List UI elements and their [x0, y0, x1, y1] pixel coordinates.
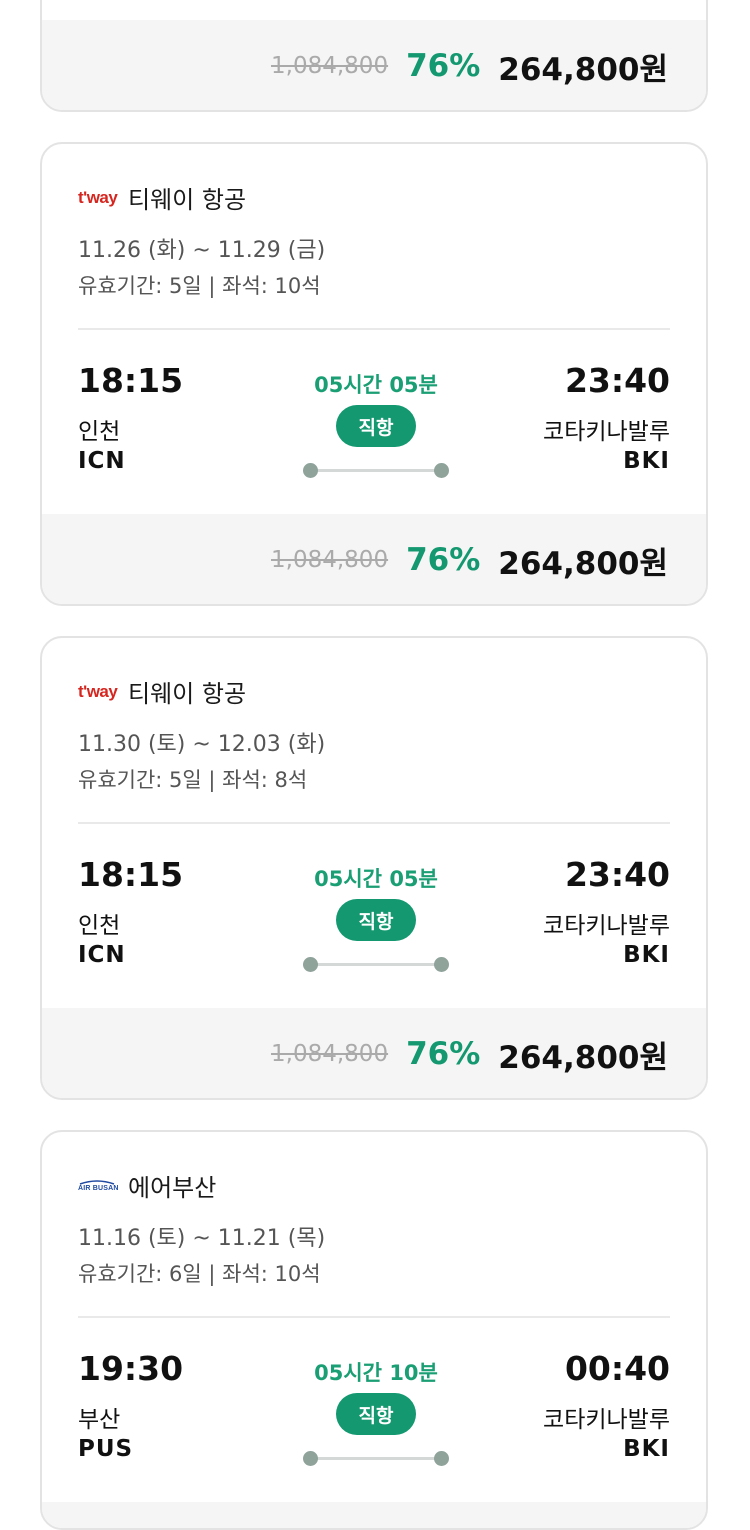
discount-rate: 76% [406, 1036, 481, 1072]
airline-name: 티웨이 항공 [128, 186, 247, 214]
route-line [303, 1451, 449, 1466]
departure-time: 19:30 [78, 1349, 184, 1388]
travel-dates: 11.30 (토) ~ 12.03 (화) [78, 732, 326, 757]
divider [78, 328, 670, 330]
destination-dot-icon [434, 957, 449, 972]
travel-dates: 11.26 (화) ~ 11.29 (금) [78, 238, 326, 263]
departure-code: PUS [78, 1436, 134, 1462]
origin-dot-icon [303, 463, 318, 478]
destination-dot-icon [434, 1451, 449, 1466]
route-line [303, 463, 449, 478]
discount-rate: 76% [406, 542, 481, 578]
tway-logo-icon: t'way [78, 187, 118, 207]
arrival-time: 23:40 [564, 855, 670, 894]
nonstop-badge: 직항 [336, 1393, 416, 1435]
flight-card-partial[interactable]: 1,084,800 76% 264,800원 [40, 0, 708, 112]
route-line [303, 957, 449, 972]
price-bar [42, 1502, 706, 1528]
price-bar: 1,084,800 76% 264,800원 [42, 514, 706, 604]
flight-card[interactable]: AIR BUSAN 에어부산 11.16 (토) ~ 11.21 (목) 유효기… [40, 1130, 708, 1530]
arrival-time: 00:40 [564, 1349, 670, 1388]
arrival-city: 코타키나발루 [543, 419, 670, 445]
original-price: 1,084,800 [271, 547, 389, 573]
final-price: 264,800원 [498, 1039, 668, 1076]
final-price: 264,800원 [498, 545, 668, 582]
departure-city: 인천 [78, 913, 121, 939]
price-bar: 1,084,800 76% 264,800원 [42, 1008, 706, 1098]
validity-seats: 유효기간: 6일 | 좌석: 10석 [78, 1262, 321, 1286]
flight-card[interactable]: t'way 티웨이 항공 11.26 (화) ~ 11.29 (금) 유효기간:… [40, 142, 708, 606]
airline-name: 에어부산 [128, 1174, 217, 1202]
arrival-time: 23:40 [564, 361, 670, 400]
travel-dates: 11.16 (토) ~ 11.21 (목) [78, 1226, 326, 1251]
origin-dot-icon [303, 957, 318, 972]
divider [78, 1316, 670, 1318]
arrival-code: BKI [623, 448, 670, 474]
flight-duration: 05시간 10분 [314, 1361, 438, 1385]
flight-card[interactable]: t'way 티웨이 항공 11.30 (토) ~ 12.03 (화) 유효기간:… [40, 636, 708, 1100]
arrival-code: BKI [623, 1436, 670, 1462]
origin-dot-icon [303, 1451, 318, 1466]
flight-duration: 05시간 05분 [314, 373, 438, 397]
original-price: 1,084,800 [271, 53, 389, 79]
arrival-city: 코타키나발루 [543, 1407, 670, 1433]
nonstop-badge: 직항 [336, 899, 416, 941]
departure-time: 18:15 [78, 855, 184, 894]
validity-seats: 유효기간: 5일 | 좌석: 8석 [78, 768, 308, 792]
nonstop-badge: 직항 [336, 405, 416, 447]
departure-code: ICN [78, 942, 126, 968]
airline-name: 티웨이 항공 [128, 680, 247, 708]
destination-dot-icon [434, 463, 449, 478]
departure-code: ICN [78, 448, 126, 474]
airbusan-logo-icon: AIR BUSAN [78, 1179, 122, 1193]
flight-duration: 05시간 05분 [314, 867, 438, 891]
arrival-city: 코타키나발루 [543, 913, 670, 939]
arrival-code: BKI [623, 942, 670, 968]
final-price: 264,800원 [498, 51, 668, 88]
original-price: 1,084,800 [271, 1041, 389, 1067]
departure-time: 18:15 [78, 361, 184, 400]
validity-seats: 유효기간: 5일 | 좌석: 10석 [78, 274, 321, 298]
divider [78, 822, 670, 824]
departure-city: 인천 [78, 419, 121, 445]
departure-city: 부산 [78, 1407, 121, 1433]
tway-logo-icon: t'way [78, 681, 118, 701]
discount-rate: 76% [406, 48, 481, 84]
price-bar: 1,084,800 76% 264,800원 [42, 20, 706, 110]
